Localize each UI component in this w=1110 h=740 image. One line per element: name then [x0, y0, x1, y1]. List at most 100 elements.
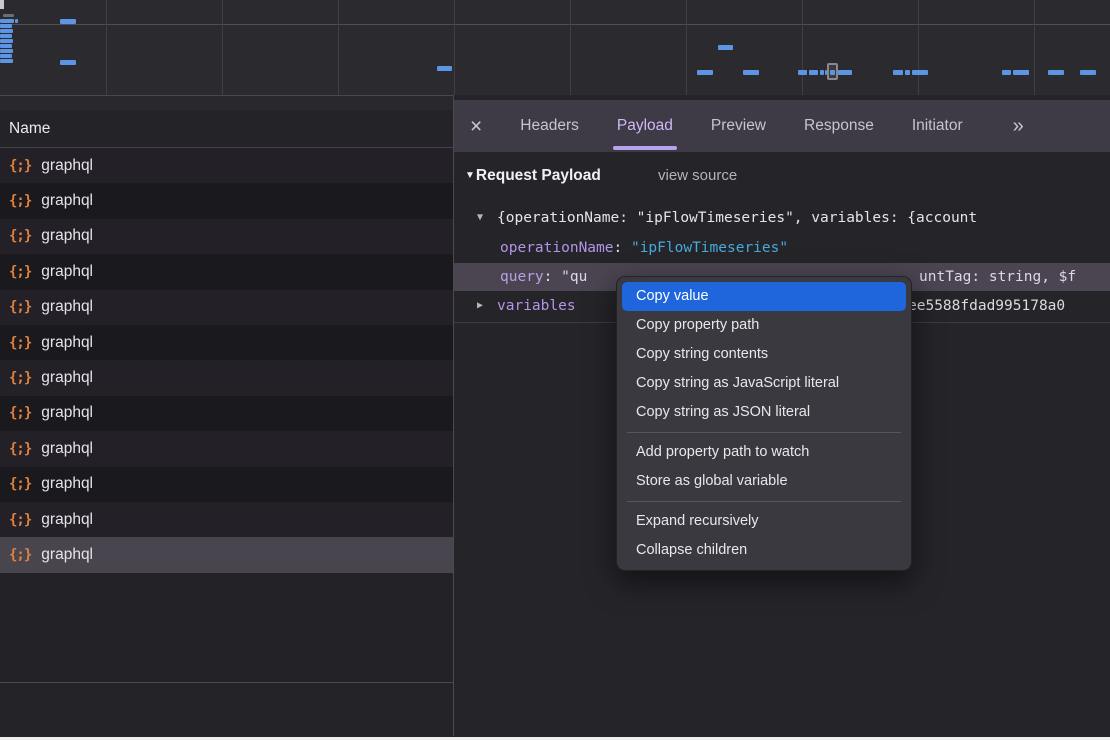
request-row[interactable]: {;} graphql: [0, 219, 453, 254]
request-timing-bar: [437, 66, 452, 71]
tree-row-operation-name[interactable]: operationName: "ipFlowTimeseries": [454, 234, 1110, 262]
grid-line: [1034, 0, 1035, 95]
request-timing-bar: [0, 39, 13, 43]
request-timing-bar: [60, 60, 76, 65]
request-timing-bar: [0, 29, 13, 33]
request-timing-bar: [1002, 70, 1011, 75]
request-timing-bar: [0, 24, 12, 28]
request-timing-bar: [743, 70, 759, 75]
devtools-window: Name {;} graphql {;} graphql {;} graphql {;} gr…: [0, 0, 1110, 737]
request-timing-bar: [1048, 70, 1064, 75]
chevron-down-icon[interactable]: ▼: [465, 170, 475, 181]
devtools-screenshot: Name {;} graphql {;} graphql {;} graphql {;} gr…: [0, 0, 1110, 740]
request-row[interactable]: {;} graphql: [0, 537, 453, 572]
json-request-icon: {;}: [9, 441, 31, 457]
chevron-right-icon[interactable]: ▶: [477, 292, 483, 320]
detail-tab-bar: × Headers Payload Preview Response Initiator…: [454, 100, 1110, 152]
property-key: query: [500, 269, 544, 285]
request-timing-bar: [1080, 70, 1096, 75]
json-request-icon: {;}: [9, 193, 31, 209]
grid-line: [338, 0, 339, 95]
overview-bottom-strip: [0, 96, 453, 110]
grid-line: [570, 0, 571, 95]
json-request-icon: {;}: [9, 547, 31, 563]
request-timing-bar: [0, 44, 12, 48]
more-tabs-icon[interactable]: »: [1013, 115, 1024, 138]
view-source-link[interactable]: view source: [658, 162, 737, 190]
request-name-label: graphql: [41, 440, 93, 458]
request-list-panel: Name {;} graphql {;} graphql {;} graphql {;} gr…: [0, 110, 453, 682]
network-overview-waterfall[interactable]: [0, 0, 1110, 96]
tree-row-root[interactable]: ▼ {operationName: "ipFlowTimeseries", va…: [454, 204, 1110, 232]
request-payload-section-header[interactable]: ▼Request Payload: [465, 162, 601, 190]
request-timing-bar-gray: [3, 14, 14, 17]
request-timing-bar: [912, 70, 928, 75]
tab-payload[interactable]: Payload: [617, 100, 673, 152]
request-timing-bar: [820, 70, 824, 75]
string-value: "ipFlowTimeseries": [631, 240, 788, 256]
request-timing-bar: [0, 59, 13, 63]
request-row[interactable]: {;}graphql: [0, 360, 453, 395]
request-name-label: graphql: [41, 227, 93, 245]
menu-item-copy-value[interactable]: Copy value: [622, 282, 906, 311]
request-row[interactable]: {;}graphql: [0, 396, 453, 431]
request-row[interactable]: {;}graphql: [0, 290, 453, 325]
menu-separator: [627, 501, 901, 502]
grid-line: [222, 0, 223, 95]
request-row[interactable]: {;}graphql: [0, 183, 453, 218]
string-value-fragment-right: untTag: string, $f: [919, 263, 1076, 291]
request-timing-bar: [718, 45, 733, 50]
tab-initiator[interactable]: Initiator: [912, 100, 963, 152]
json-request-icon: {;}: [9, 228, 31, 244]
request-row[interactable]: {;}graphql: [0, 254, 453, 289]
request-row[interactable]: {;} graphql: [0, 502, 453, 537]
root-object-preview: {operationName: "ipFlowTimeseries", vari…: [497, 204, 977, 232]
menu-item-expand-recursively[interactable]: Expand recursively: [622, 507, 906, 536]
overview-horizontal-gridline: [0, 24, 1110, 25]
object-preview-fragment: ee5588fdad995178a0: [908, 292, 1065, 320]
tab-preview[interactable]: Preview: [711, 100, 766, 152]
menu-item-copy-string-as-javascript-literal[interactable]: Copy string as JavaScript literal: [622, 369, 906, 398]
menu-item-add-property-path-to-watch[interactable]: Add property path to watch: [622, 438, 906, 467]
menu-item-copy-string-as-json-literal[interactable]: Copy string as JSON literal: [622, 398, 906, 427]
request-name-label: graphql: [41, 369, 93, 387]
request-name-label: graphql: [41, 298, 93, 316]
json-request-icon: {;}: [9, 512, 31, 528]
request-row[interactable]: {;}graphql: [0, 325, 453, 360]
tab-headers[interactable]: Headers: [520, 100, 579, 152]
request-name-label: graphql: [41, 157, 93, 175]
request-timing-bar: [15, 19, 18, 23]
property-key: variables: [497, 292, 576, 320]
request-timing-bar: [905, 70, 910, 75]
grid-line: [802, 0, 803, 95]
menu-item-copy-string-contents[interactable]: Copy string contents: [622, 340, 906, 369]
json-request-icon: {;}: [9, 158, 31, 174]
grid-line: [686, 0, 687, 95]
property-key: operationName: [500, 240, 614, 256]
grid-line: [918, 0, 919, 95]
request-timing-bar: [0, 19, 14, 23]
tab-response[interactable]: Response: [804, 100, 874, 152]
request-name-label: graphql: [41, 511, 93, 529]
request-row[interactable]: {;}graphql: [0, 467, 453, 502]
close-icon[interactable]: ×: [470, 116, 482, 137]
json-request-icon: {;}: [9, 264, 31, 280]
menu-item-collapse-children[interactable]: Collapse children: [622, 536, 906, 565]
request-timing-bar: [809, 70, 818, 75]
menu-item-copy-property-path[interactable]: Copy property path: [622, 311, 906, 340]
colon: :: [614, 240, 631, 256]
request-timing-bar: [893, 70, 903, 75]
request-timing-bar: [0, 54, 12, 58]
context-menu: Copy valueCopy property pathCopy string …: [616, 276, 912, 571]
request-row[interactable]: {;} graphql: [0, 431, 453, 466]
request-name-label: graphql: [41, 546, 93, 564]
name-column-header[interactable]: Name: [0, 110, 453, 148]
grid-line: [454, 0, 455, 95]
request-timing-bar: [830, 70, 835, 75]
json-request-icon: {;}: [9, 335, 31, 351]
request-name-label: graphql: [41, 475, 93, 493]
menu-item-store-as-global-variable[interactable]: Store as global variable: [622, 467, 906, 496]
chevron-down-icon[interactable]: ▼: [477, 204, 483, 232]
section-title: Request Payload: [476, 167, 601, 184]
request-row[interactable]: {;} graphql: [0, 148, 453, 183]
